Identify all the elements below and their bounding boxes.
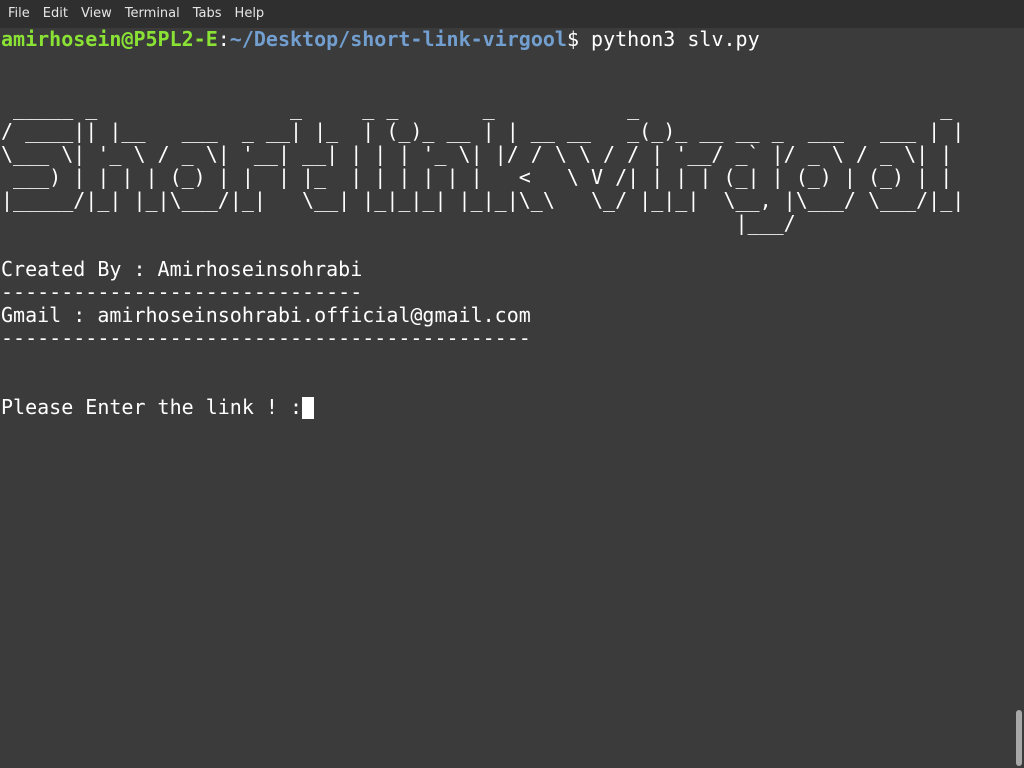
menu-tabs[interactable]: Tabs — [188, 0, 230, 28]
banner-line: / ____|| |__ ___ _ __| |_ | (_)_ __ | | … — [1, 119, 965, 143]
prompt-separator: : — [217, 28, 230, 51]
menu-view[interactable]: View — [76, 0, 120, 28]
terminal-output[interactable]: amirhosein@P5PL2-E:~/Desktop/short-link-… — [0, 28, 1014, 768]
scrollbar[interactable] — [1014, 28, 1024, 768]
prompt-command: python3 slv.py — [591, 28, 760, 51]
menu-bar: File Edit View Terminal Tabs Help — [0, 0, 1024, 28]
banner-line: \___ \| '_ \ / _ \| '__| __| | | | '_ \|… — [1, 142, 953, 166]
gmail-line: Gmail : amirhoseinsohrabi.official@gmail… — [1, 303, 531, 327]
prompt-line: amirhosein@P5PL2-E:~/Desktop/short-link-… — [0, 28, 1014, 51]
prompt-path: ~/Desktop/short-link-virgool — [229, 28, 567, 51]
menu-file[interactable]: File — [3, 0, 38, 28]
menu-edit[interactable]: Edit — [38, 0, 76, 28]
menu-terminal[interactable]: Terminal — [120, 0, 188, 28]
banner-line: ___) | | | | (_) | | | |_ | | | | | | < … — [1, 165, 953, 189]
prompt-symbol: $ — [566, 28, 592, 51]
menu-help[interactable]: Help — [230, 0, 273, 28]
divider-line: ----------------------------------------… — [1, 326, 531, 350]
terminal-window: File Edit View Terminal Tabs Help amirho… — [0, 0, 1024, 768]
banner-line: |_____/|_| |_|\___/|_| \__| |_|_|_| |_|_… — [1, 188, 965, 212]
scrollbar-thumb[interactable] — [1016, 710, 1022, 766]
created-by-line: Created By : Amirhoseinsohrabi — [1, 257, 363, 281]
banner-line: |___/ — [1, 211, 965, 235]
banner-line: _____ _ _ _ _ _ _ _ — [1, 96, 965, 120]
input-prompt-text: Please Enter the link ! : — [1, 395, 303, 419]
divider-line: ------------------------------ — [1, 280, 363, 304]
text-cursor — [302, 397, 315, 419]
input-prompt-line[interactable]: Please Enter the link ! : — [0, 396, 1014, 419]
prompt-user-host: amirhosein@P5PL2-E — [1, 28, 218, 51]
